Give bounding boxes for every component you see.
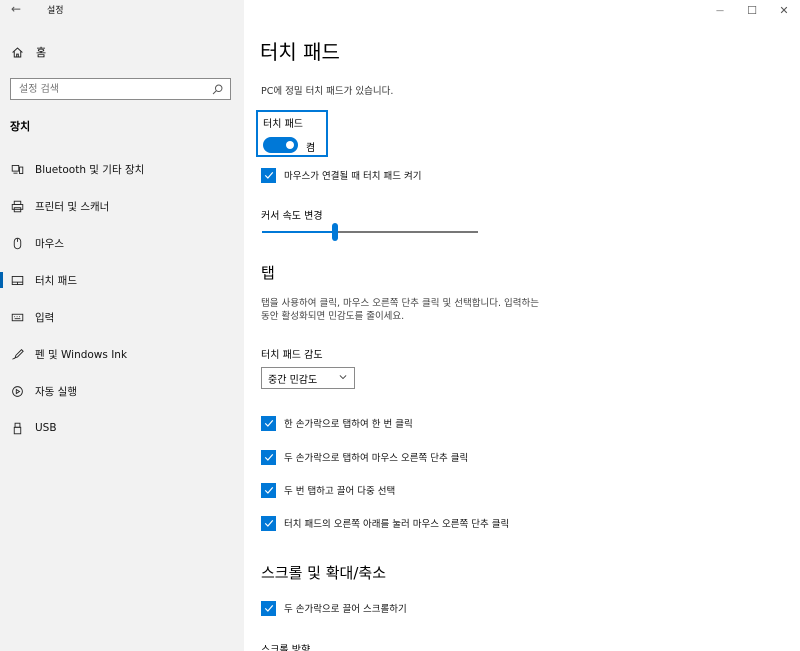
sidebar-item-label: 입력 xyxy=(35,311,55,324)
sidebar-item-pen[interactable]: 펜 및 Windows Ink xyxy=(0,343,244,365)
main-content: 터치 패드 PC에 정밀 터치 패드가 있습니다. 터치 패드 켬 마우스가 연… xyxy=(244,0,800,651)
sidebar-item-label: 터치 패드 xyxy=(35,274,77,287)
sidebar-item-label: 자동 실행 xyxy=(35,385,77,398)
keyboard-icon xyxy=(10,310,24,324)
press-lower-right-checkbox[interactable]: 터치 패드의 오른쪽 아래를 눌러 마우스 오른쪽 단추 클릭 xyxy=(261,515,509,531)
sidebar-item-usb[interactable]: USB xyxy=(0,417,244,439)
touchpad-toggle-group: 터치 패드 켬 xyxy=(256,110,328,157)
checkbox-label: 두 번 탭하고 끌어 다중 선택 xyxy=(284,486,396,497)
taps-description-line: 동안 활성화되면 민감도를 줄이세요. xyxy=(261,311,405,322)
touchpad-toggle[interactable] xyxy=(263,137,298,153)
touchpad-toggle-label: 터치 패드 xyxy=(263,119,303,130)
home-icon xyxy=(10,45,24,59)
usb-icon xyxy=(10,421,24,435)
autoplay-icon xyxy=(10,384,24,398)
printer-icon xyxy=(10,199,24,213)
leave-on-with-mouse-checkbox[interactable]: 마우스가 연결될 때 터치 패드 켜기 xyxy=(261,167,421,183)
tap-drag-multiselect-checkbox[interactable]: 두 번 탭하고 끌어 다중 선택 xyxy=(261,482,395,498)
touchpad-icon xyxy=(10,273,24,287)
checkmark-icon[interactable] xyxy=(261,482,276,498)
checkmark-icon[interactable] xyxy=(261,449,276,465)
checkbox-label: 두 손가락으로 탭하여 마우스 오른쪽 단추 클릭 xyxy=(284,453,469,464)
pen-icon xyxy=(10,347,24,361)
tap-single-click-checkbox[interactable]: 한 손가락으로 탭하여 한 번 클릭 xyxy=(261,415,413,431)
slider-thumb[interactable] xyxy=(332,223,338,241)
home-link[interactable]: 홈 xyxy=(10,44,46,60)
precision-touchpad-notice: PC에 정밀 터치 패드가 있습니다. xyxy=(261,86,394,97)
scroll-direction-label: 스크롤 방향 xyxy=(261,645,311,651)
taps-description-line: 탭을 사용하여 클릭, 마우스 오른쪽 단추 클릭 및 선택합니다. 입력하는 xyxy=(261,298,539,309)
sidebar-item-bluetooth[interactable]: Bluetooth 및 기타 장치 xyxy=(0,158,244,180)
cursor-speed-slider[interactable] xyxy=(262,223,478,241)
taps-heading: 탭 xyxy=(261,264,275,282)
sidebar-item-label: 펜 및 Windows Ink xyxy=(35,348,128,361)
sidebar-item-mouse[interactable]: 마우스 xyxy=(0,232,244,254)
sidebar-item-typing[interactable]: 입력 xyxy=(0,306,244,328)
sensitivity-label: 터치 패드 감도 xyxy=(261,350,323,361)
checkmark-icon[interactable] xyxy=(261,515,276,531)
app-title: 설정 xyxy=(47,6,64,16)
toggle-knob xyxy=(286,141,294,149)
sidebar-item-label: USB xyxy=(35,422,57,434)
checkmark-icon[interactable] xyxy=(261,167,276,183)
checkbox-label: 터치 패드의 오른쪽 아래를 눌러 마우스 오른쪽 단추 클릭 xyxy=(284,519,510,530)
search-box[interactable] xyxy=(10,78,231,100)
sidebar: ← 설정 홈 장치 Bluetooth 및 기타 장치 프린터 및 스캐너 마우… xyxy=(0,0,244,651)
sidebar-item-label: Bluetooth 및 기타 장치 xyxy=(35,163,145,176)
taps-description: 탭을 사용하여 클릭, 마우스 오른쪽 단추 클릭 및 선택합니다. 입력하는 … xyxy=(261,297,661,323)
checkmark-icon[interactable] xyxy=(261,600,276,616)
cursor-speed-label: 커서 속도 변경 xyxy=(261,211,323,222)
sensitivity-dropdown[interactable]: 중간 민감도 xyxy=(261,367,355,389)
sidebar-item-autoplay[interactable]: 자동 실행 xyxy=(0,380,244,402)
page-title: 터치 패드 xyxy=(260,40,340,64)
search-icon[interactable] xyxy=(210,82,224,96)
sensitivity-value: 중간 민감도 xyxy=(268,374,318,386)
tap-right-click-checkbox[interactable]: 두 손가락으로 탭하여 마우스 오른쪽 단추 클릭 xyxy=(261,449,468,465)
sidebar-item-touchpad[interactable]: 터치 패드 xyxy=(0,269,244,291)
two-finger-scroll-checkbox[interactable]: 두 손가락으로 끌어 스크롤하기 xyxy=(261,600,407,616)
mouse-icon xyxy=(10,236,24,250)
checkbox-label: 마우스가 연결될 때 터치 패드 켜기 xyxy=(284,171,422,182)
checkmark-icon[interactable] xyxy=(261,415,276,431)
touchpad-toggle-state: 켬 xyxy=(306,143,316,154)
scroll-zoom-heading: 스크롤 및 확대/축소 xyxy=(261,564,386,582)
back-arrow-icon[interactable]: ← xyxy=(11,2,21,16)
sidebar-item-label: 프린터 및 스캐너 xyxy=(35,200,110,213)
chevron-down-icon xyxy=(338,372,348,385)
home-label: 홈 xyxy=(36,46,47,59)
checkbox-label: 한 손가락으로 탭하여 한 번 클릭 xyxy=(284,419,413,430)
section-label-devices: 장치 xyxy=(10,120,31,133)
sidebar-item-printers[interactable]: 프린터 및 스캐너 xyxy=(0,195,244,217)
checkbox-label: 두 손가락으로 끌어 스크롤하기 xyxy=(284,604,407,615)
bluetooth-devices-icon xyxy=(10,162,24,176)
search-input[interactable] xyxy=(11,79,201,99)
sidebar-item-label: 마우스 xyxy=(35,237,64,250)
slider-fill xyxy=(262,231,335,233)
